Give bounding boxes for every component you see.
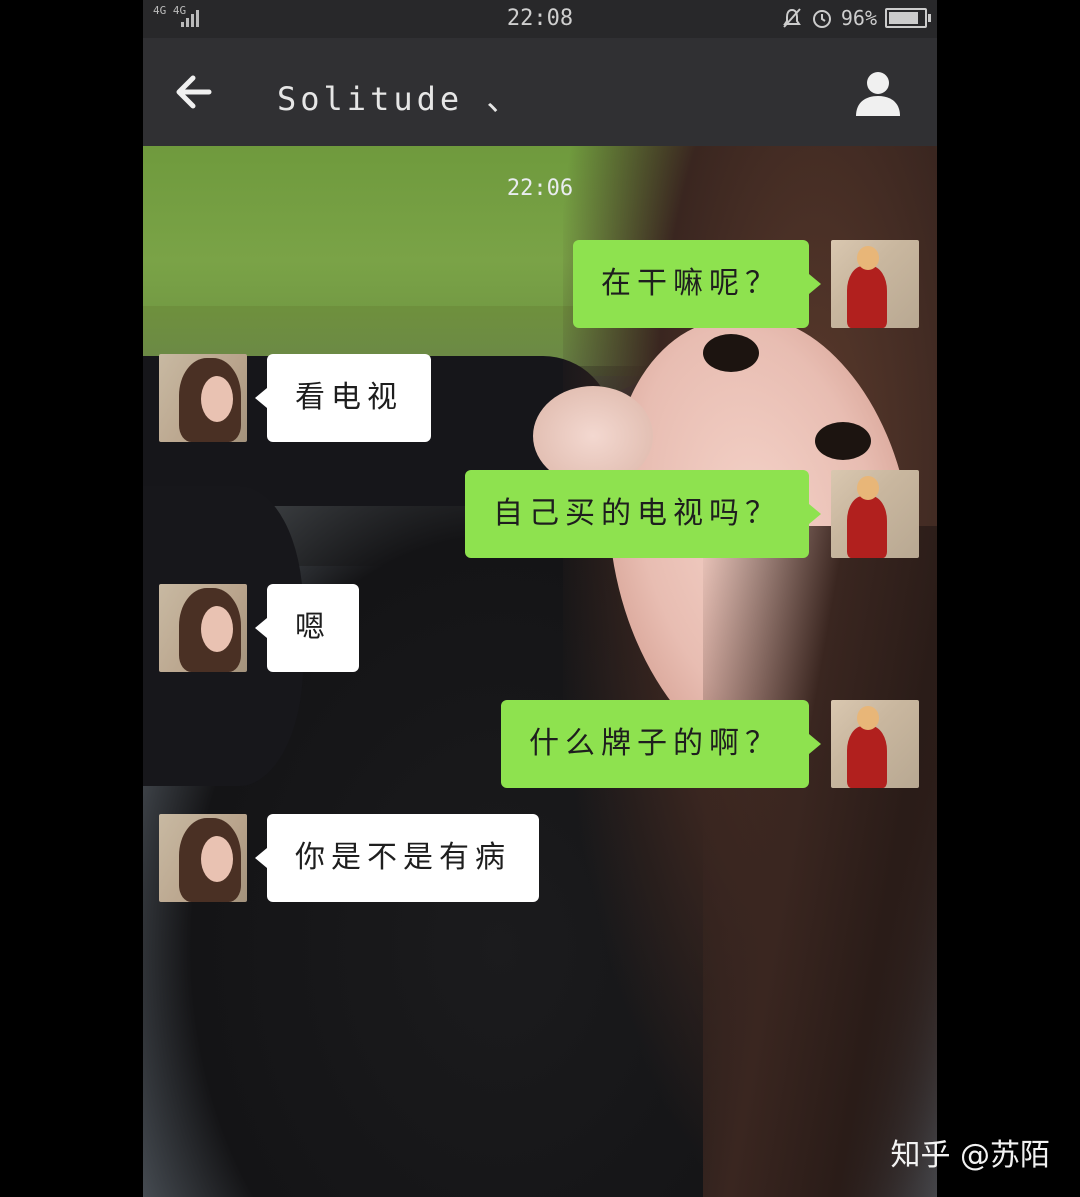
message-timestamp: 22:06 xyxy=(506,176,574,201)
message-row: 在干嘛呢？ xyxy=(573,240,919,328)
incoming-bubble[interactable]: 嗯 xyxy=(255,584,359,672)
outgoing-bubble[interactable]: 自己买的电视吗？ xyxy=(465,470,821,558)
outgoing-bubble[interactable]: 什么牌子的啊？ xyxy=(501,700,821,788)
chat-title: Solitude 、 xyxy=(277,80,523,118)
message-row: 嗯 xyxy=(159,584,359,672)
battery-percent: 96% xyxy=(840,6,877,30)
my-avatar[interactable] xyxy=(831,700,919,788)
phone-screen: 4G 4G 22:08 96% Solitude 、 22:06 在干嘛呢？ 看… xyxy=(143,0,937,1197)
message-row: 什么牌子的啊？ xyxy=(501,700,919,788)
status-icons: 96% xyxy=(781,6,931,30)
contact-avatar[interactable] xyxy=(159,584,247,672)
status-bar: 4G 4G 22:08 96% xyxy=(143,0,937,38)
person-icon[interactable] xyxy=(851,66,905,120)
message-row: 看电视 xyxy=(159,354,431,442)
alarm-icon xyxy=(812,10,831,28)
my-avatar[interactable] xyxy=(831,240,919,328)
message-row: 你是不是有病 xyxy=(159,814,539,902)
chat-header: Solitude 、 xyxy=(143,38,937,146)
contact-avatar[interactable] xyxy=(159,354,247,442)
incoming-bubble[interactable]: 你是不是有病 xyxy=(255,814,539,902)
back-arrow-icon[interactable] xyxy=(171,68,219,116)
outgoing-bubble[interactable]: 在干嘛呢？ xyxy=(573,240,821,328)
my-avatar[interactable] xyxy=(831,470,919,558)
contact-avatar[interactable] xyxy=(159,814,247,902)
background-photo-part xyxy=(703,526,937,1197)
battery-icon xyxy=(885,8,931,28)
chat-area[interactable]: 22:06 在干嘛呢？ 看电视 自己买的电视吗？ 嗯 什么牌子的啊？ 你是不是有… xyxy=(143,146,937,1197)
watermark: 知乎 @苏陌 xyxy=(890,1138,1050,1173)
message-row: 自己买的电视吗？ xyxy=(465,470,919,558)
mute-icon xyxy=(783,8,801,28)
background-photo-part xyxy=(703,334,759,372)
background-photo-part xyxy=(815,422,871,460)
incoming-bubble[interactable]: 看电视 xyxy=(255,354,431,442)
